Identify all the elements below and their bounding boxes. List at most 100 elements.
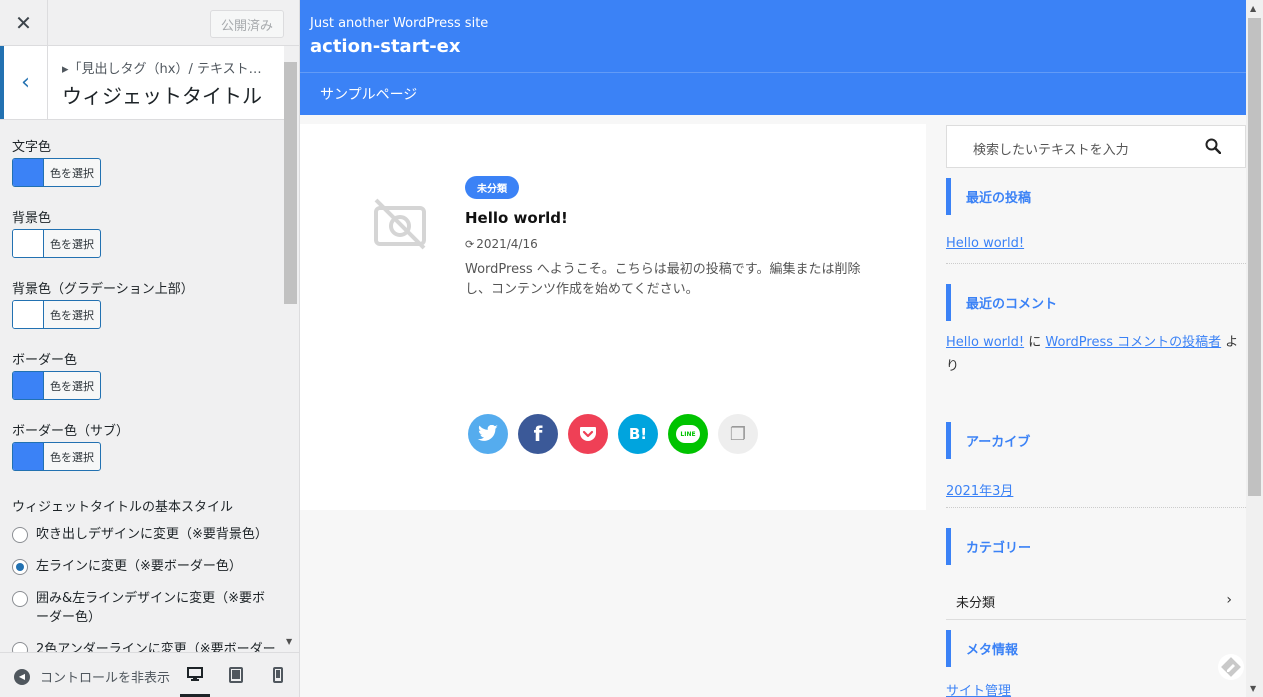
widget-title-meta: メタ情報 (946, 630, 1018, 667)
scroll-down-arrow-icon[interactable]: ▼ (286, 637, 292, 646)
share-facebook-button[interactable]: f (518, 414, 558, 454)
post-date-text: 2021/4/16 (476, 237, 538, 251)
category-item[interactable]: 未分類 › (946, 583, 1246, 620)
color-swatch (13, 372, 44, 399)
post-date: ⟳ 2021/4/16 (465, 237, 538, 251)
recent-comment: Hello world! に WordPress コメントの投稿者 より (946, 331, 1246, 379)
collapse-icon: ◀ (14, 668, 30, 685)
color-swatch (13, 159, 44, 186)
tablet-icon (229, 667, 243, 683)
post-title[interactable]: Hello world! (465, 209, 568, 227)
customizer-header: ✕ 公開済み (0, 0, 299, 46)
close-customizer-button[interactable]: ✕ (0, 0, 48, 46)
pocket-icon (580, 427, 596, 441)
color-button-label: 色を選択 (50, 379, 94, 393)
section-header: ‹ ▸「見出しタグ（hx）/ テキスト装飾」 ウィジェットタイトル (0, 46, 284, 120)
border-color-button[interactable]: 色を選択 (12, 371, 101, 400)
widget-divider (946, 507, 1246, 508)
back-button[interactable]: ‹ (0, 46, 48, 119)
post-excerpt: WordPress へようこそ。こちらは最初の投稿です。編集または削除し、コンテ… (465, 262, 861, 297)
refresh-icon: ⟳ (465, 237, 475, 251)
radio-label: 左ラインに変更（※要ボーダー色） (36, 559, 242, 574)
color-button-label: 色を選択 (50, 237, 94, 251)
color-swatch (13, 301, 44, 328)
share-line-button[interactable]: LINE (668, 414, 708, 454)
recent-post-link[interactable]: Hello world! (946, 236, 1024, 251)
mobile-icon (273, 667, 283, 683)
color-button-label: 色を選択 (50, 450, 94, 464)
preview-scrollbar-thumb[interactable] (1248, 18, 1261, 496)
copy-link-button[interactable]: ❐ (718, 414, 758, 454)
site-tagline: Just another WordPress site (310, 16, 489, 31)
pencil-icon (1221, 657, 1241, 677)
radio-label: 吹き出しデザインに変更（※要背景色） (36, 527, 268, 542)
border-color-label: ボーダー色 (12, 353, 78, 368)
nav-divider (300, 72, 1246, 73)
section-title: ウィジェットタイトル (62, 84, 262, 108)
search-form[interactable]: 検索したいテキストを入力 (946, 125, 1246, 168)
close-icon: ✕ (15, 11, 32, 35)
site-title[interactable]: action-start-ex (310, 36, 460, 57)
publish-button[interactable]: 公開済み (210, 10, 284, 38)
text-color-button[interactable]: 色を選択 (12, 158, 101, 187)
comment-connector: に (1024, 335, 1046, 350)
chevron-left-icon: ‹ (21, 70, 30, 95)
widget-title-categories: カテゴリー (946, 528, 1031, 565)
scroll-up-arrow-icon[interactable]: ▲ (1250, 4, 1256, 13)
edit-shortcut-button[interactable] (1218, 654, 1244, 680)
share-pocket-button[interactable] (568, 414, 608, 454)
style-option-left-line[interactable]: 左ラインに変更（※要ボーダー色） (12, 557, 276, 576)
color-button-label: 色を選択 (50, 308, 94, 322)
scroll-down-arrow-icon[interactable]: ▼ (1250, 684, 1256, 693)
text-color-label: 文字色 (12, 140, 52, 155)
no-image-icon[interactable] (370, 194, 430, 258)
bg-gradient-color-label: 背景色（グラデーション上部） (12, 282, 194, 297)
site-preview: Just another WordPress site action-start… (300, 0, 1263, 697)
desktop-icon (187, 667, 203, 681)
share-hatena-button[interactable]: B! (618, 414, 658, 454)
preview-tablet-button[interactable] (221, 663, 251, 697)
comment-post-link[interactable]: Hello world! (946, 335, 1024, 350)
line-icon: LINE (676, 425, 700, 443)
radio-button[interactable] (12, 527, 28, 543)
hide-controls-label: コントロールを非表示 (40, 671, 171, 686)
preview-desktop-button[interactable] (180, 663, 210, 697)
breadcrumb: ▸「見出しタグ（hx）/ テキスト装飾」 (62, 62, 272, 77)
search-input[interactable]: 検索したいテキストを入力 (973, 139, 1129, 158)
color-swatch (13, 230, 44, 257)
border-sub-color-button[interactable]: 色を選択 (12, 442, 101, 471)
search-icon[interactable] (1205, 138, 1221, 154)
share-twitter-button[interactable] (468, 414, 508, 454)
comment-author-link[interactable]: WordPress コメントの投稿者 (1045, 335, 1221, 350)
bg-color-button[interactable]: 色を選択 (12, 229, 101, 258)
widget-title-recent-posts: 最近の投稿 (946, 178, 1031, 215)
radio-button[interactable] (12, 559, 28, 575)
chevron-right-icon: › (1226, 592, 1232, 608)
style-option-balloon[interactable]: 吹き出しデザインに変更（※要背景色） (12, 525, 276, 544)
archive-link[interactable]: 2021年3月 (946, 480, 1013, 499)
bg-color-label: 背景色 (12, 211, 52, 226)
bg-gradient-color-button[interactable]: 色を選択 (12, 300, 101, 329)
preview-mobile-button[interactable] (263, 663, 293, 697)
color-button-label: 色を選択 (50, 166, 94, 180)
category-label: 未分類 (956, 595, 996, 611)
widget-title-recent-comments: 最近のコメント (946, 284, 1057, 321)
hatena-icon: B! (628, 425, 648, 443)
category-badge[interactable]: 未分類 (465, 176, 519, 199)
twitter-icon (477, 425, 498, 441)
site-header: Just another WordPress site action-start… (300, 0, 1246, 115)
radio-label: 囲み&左ラインデザインに変更（※要ボーダー色） (36, 591, 266, 625)
style-heading: ウィジェットタイトルの基本スタイル (12, 500, 234, 515)
nav-item-sample-page[interactable]: サンプルページ (320, 84, 417, 104)
hide-controls-button[interactable]: ◀ コントロールを非表示 (14, 667, 170, 686)
style-option-box-left-line[interactable]: 囲み&左ラインデザインに変更（※要ボーダー色） (12, 589, 276, 627)
post-card[interactable]: 未分類 Hello world! ⟳ 2021/4/16 WordPress へ… (300, 124, 926, 510)
widget-divider (946, 263, 1246, 264)
facebook-icon: f (533, 422, 543, 446)
color-swatch (13, 443, 44, 470)
radio-button[interactable] (12, 591, 28, 607)
customizer-footer: ◀ コントロールを非表示 (0, 652, 299, 697)
sidebar-scrollbar-thumb[interactable] (284, 62, 297, 304)
site-admin-link[interactable]: サイト管理 (946, 680, 1011, 697)
copy-icon: ❐ (729, 423, 747, 445)
